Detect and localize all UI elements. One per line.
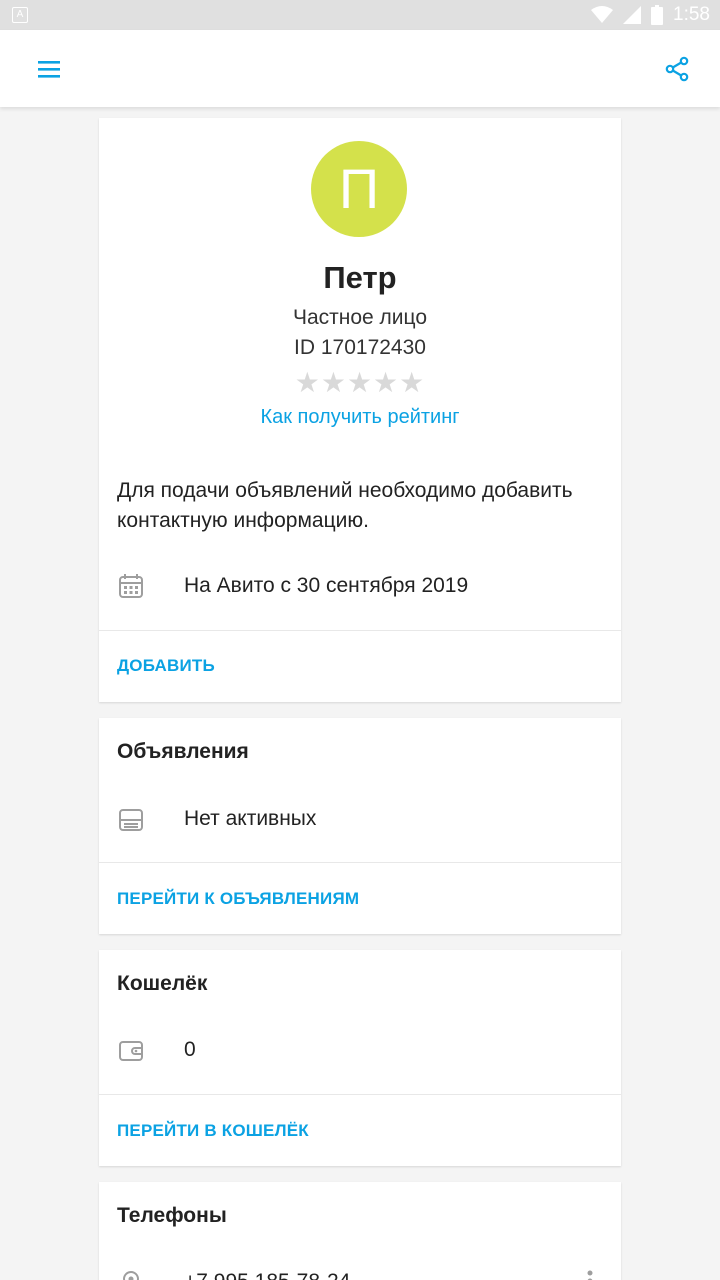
rating-stars: ★★★★★	[294, 367, 426, 398]
signal-icon	[623, 6, 642, 24]
wallet-card: Кошелёк 0 ПЕРЕЙТИ В КОШЕЛЁК	[99, 950, 621, 1166]
ads-title: Объявления	[117, 740, 249, 763]
status-bar: A 1:58	[0, 0, 720, 30]
ads-list-icon	[119, 809, 143, 831]
divider	[99, 1094, 621, 1095]
divider	[99, 630, 621, 631]
status-icons: 1:58	[591, 4, 710, 26]
phones-card: Телефоны +7 995 185-78-24	[99, 1182, 621, 1280]
app-notification-icon: A	[12, 7, 28, 23]
ads-status: Нет активных	[184, 807, 317, 830]
profile-type: Частное лицо	[292, 306, 428, 329]
profile-id: ID 170172430	[294, 336, 426, 359]
app-bar	[0, 30, 720, 107]
go-to-wallet-button[interactable]: ПЕРЕЙТИ В КОШЕЛЁК	[117, 1121, 309, 1141]
wallet-icon	[119, 1041, 143, 1061]
profile-name: Петр	[323, 260, 397, 295]
how-to-get-rating-link[interactable]: Как получить рейтинг	[99, 406, 621, 429]
phones-title: Телефоны	[117, 1204, 227, 1227]
wallet-balance: 0	[184, 1038, 196, 1061]
wallet-title: Кошелёк	[117, 972, 208, 995]
avatar: П	[311, 141, 407, 237]
divider	[99, 862, 621, 863]
member-since: На Авито с 30 сентября 2019	[184, 574, 469, 597]
hamburger-menu-icon[interactable]	[36, 57, 62, 81]
phone-number[interactable]: +7 995 185-78-24	[184, 1270, 350, 1280]
add-contact-button[interactable]: ДОБАВИТЬ	[117, 656, 215, 676]
go-to-ads-button[interactable]: ПЕРЕЙТИ К ОБЪЯВЛЕНИЯМ	[117, 889, 359, 909]
clock: 1:58	[673, 4, 710, 25]
more-options-icon[interactable]	[587, 1270, 593, 1280]
share-icon[interactable]	[663, 55, 691, 83]
calendar-icon	[119, 574, 143, 598]
contact-info-notice: Для подачи объявлений необходимо добавит…	[117, 479, 573, 532]
profile-card: П Петр Частное лицо ID 170172430 ★★★★★ К…	[99, 118, 621, 702]
ads-card: Объявления Нет активных ПЕРЕЙТИ К ОБЪЯВЛ…	[99, 718, 621, 934]
location-pin-icon	[122, 1270, 140, 1280]
wifi-icon	[591, 6, 614, 23]
battery-icon	[651, 5, 664, 25]
